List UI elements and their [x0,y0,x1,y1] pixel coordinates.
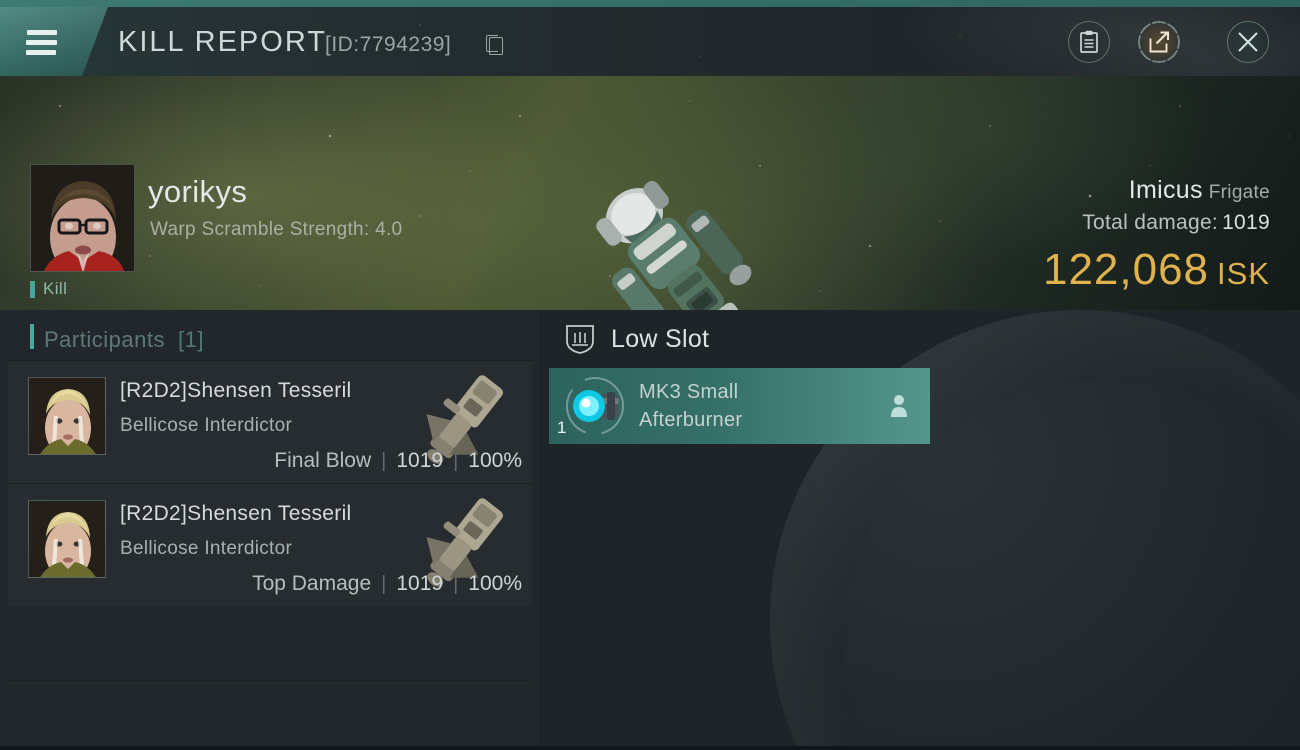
person-icon [890,394,908,418]
victim-ship-class: Frigate [1208,182,1270,203]
total-damage-value: 1019 [1222,211,1270,234]
clipboard-icon [1080,30,1098,53]
participant-ship: Bellicose Interdictor [120,538,293,559]
fitting-panel: Low Slot 1 MK3 Small Afterburner [541,310,1300,750]
participant-name: [R2D2]Shensen Tesseril [120,502,352,525]
total-damage-label: Total damage: [1082,211,1219,234]
stat-separator: | [381,450,387,472]
close-icon [1238,32,1258,52]
participant-name: [R2D2]Shensen Tesseril [120,379,352,402]
participant-percent: 100% [468,449,522,472]
participant-ship: Bellicose Interdictor [120,415,293,436]
fitting-item-row[interactable]: 1 MK3 Small Afterburner [549,368,930,444]
participant-avatar[interactable] [28,500,106,578]
low-slot-shield-icon [565,323,595,355]
isk-unit: ISK [1217,256,1270,291]
module-icon [563,374,627,438]
external-link-icon [1149,31,1170,53]
participant-row-1[interactable]: [R2D2]Shensen Tesseril Bellicose Interdi… [8,360,532,483]
stat-separator: | [453,573,459,595]
top-accent-strip [0,0,1300,7]
participant-percent: 100% [468,572,522,595]
module-quantity: 1 [557,418,567,437]
module-name-line1: MK3 Small [639,381,739,403]
isk-value-row: 122,068 ISK [1043,245,1270,295]
stat-separator: | [453,450,459,472]
participants-count: [1] [178,327,204,352]
participant-stats: Final Blow | 1019 | 100% [274,449,522,473]
kill-stats: Imicus Frigate Total damage: 1019 122,068 I… [1043,176,1270,295]
participant-avatar[interactable] [28,377,106,455]
participants-panel: Participants [1] [R2D2]Shensen Tesseril … [0,310,540,750]
participant-damage: 1019 [396,449,444,472]
victim-name[interactable]: yorikys [148,174,247,210]
module-name-line2: Afterburner [639,409,743,431]
status-badge: Kill [30,279,67,299]
participants-list-empty-area [8,680,532,750]
share-button[interactable] [1138,21,1180,63]
participant-stats: Top Damage | 1019 | 100% [252,572,522,596]
victim-ship-name-row: Imicus Frigate [1043,176,1270,205]
copy-icon[interactable] [486,35,503,55]
participants-title: Participants [44,327,165,352]
participant-damage: 1019 [396,572,444,595]
participants-accent-bar [30,324,34,349]
victim-ship-name: Imicus [1128,176,1203,204]
total-damage-row: Total damage: 1019 [1043,211,1270,235]
status-accent-bar [30,280,35,298]
close-button[interactable] [1227,21,1269,63]
victim-banner: yorikys Warp Scramble Strength: 4.0 Kill… [0,76,1300,310]
stat-separator: | [381,573,387,595]
participant-row-2[interactable]: [R2D2]Shensen Tesseril Bellicose Interdi… [8,483,532,606]
window-header: KILL REPORT [ID:7794239] [0,7,1300,76]
report-button[interactable] [1068,21,1110,63]
victim-subtitle: Warp Scramble Strength: 4.0 [150,219,403,240]
kill-report-window: KILL REPORT [ID:7794239] yorikys Warp Sc… [0,0,1300,750]
status-badge-label: Kill [43,279,68,298]
page-title: KILL REPORT [118,26,327,58]
low-slot-title: Low Slot [611,325,710,353]
low-slot-header: Low Slot [541,310,1300,362]
isk-amount: 122,068 [1042,245,1210,294]
participant-role: Final Blow [274,449,372,472]
kill-id-label: [ID:7794239] [325,33,452,56]
participants-header: Participants [1] [0,310,540,360]
window-bottom-edge [0,746,1300,750]
content-area: Participants [1] [R2D2]Shensen Tesseril … [0,310,1300,750]
victim-ship-render [560,164,800,310]
hamburger-menu-icon [26,30,66,55]
victim-avatar[interactable] [30,164,135,272]
participant-role: Top Damage [252,572,372,595]
